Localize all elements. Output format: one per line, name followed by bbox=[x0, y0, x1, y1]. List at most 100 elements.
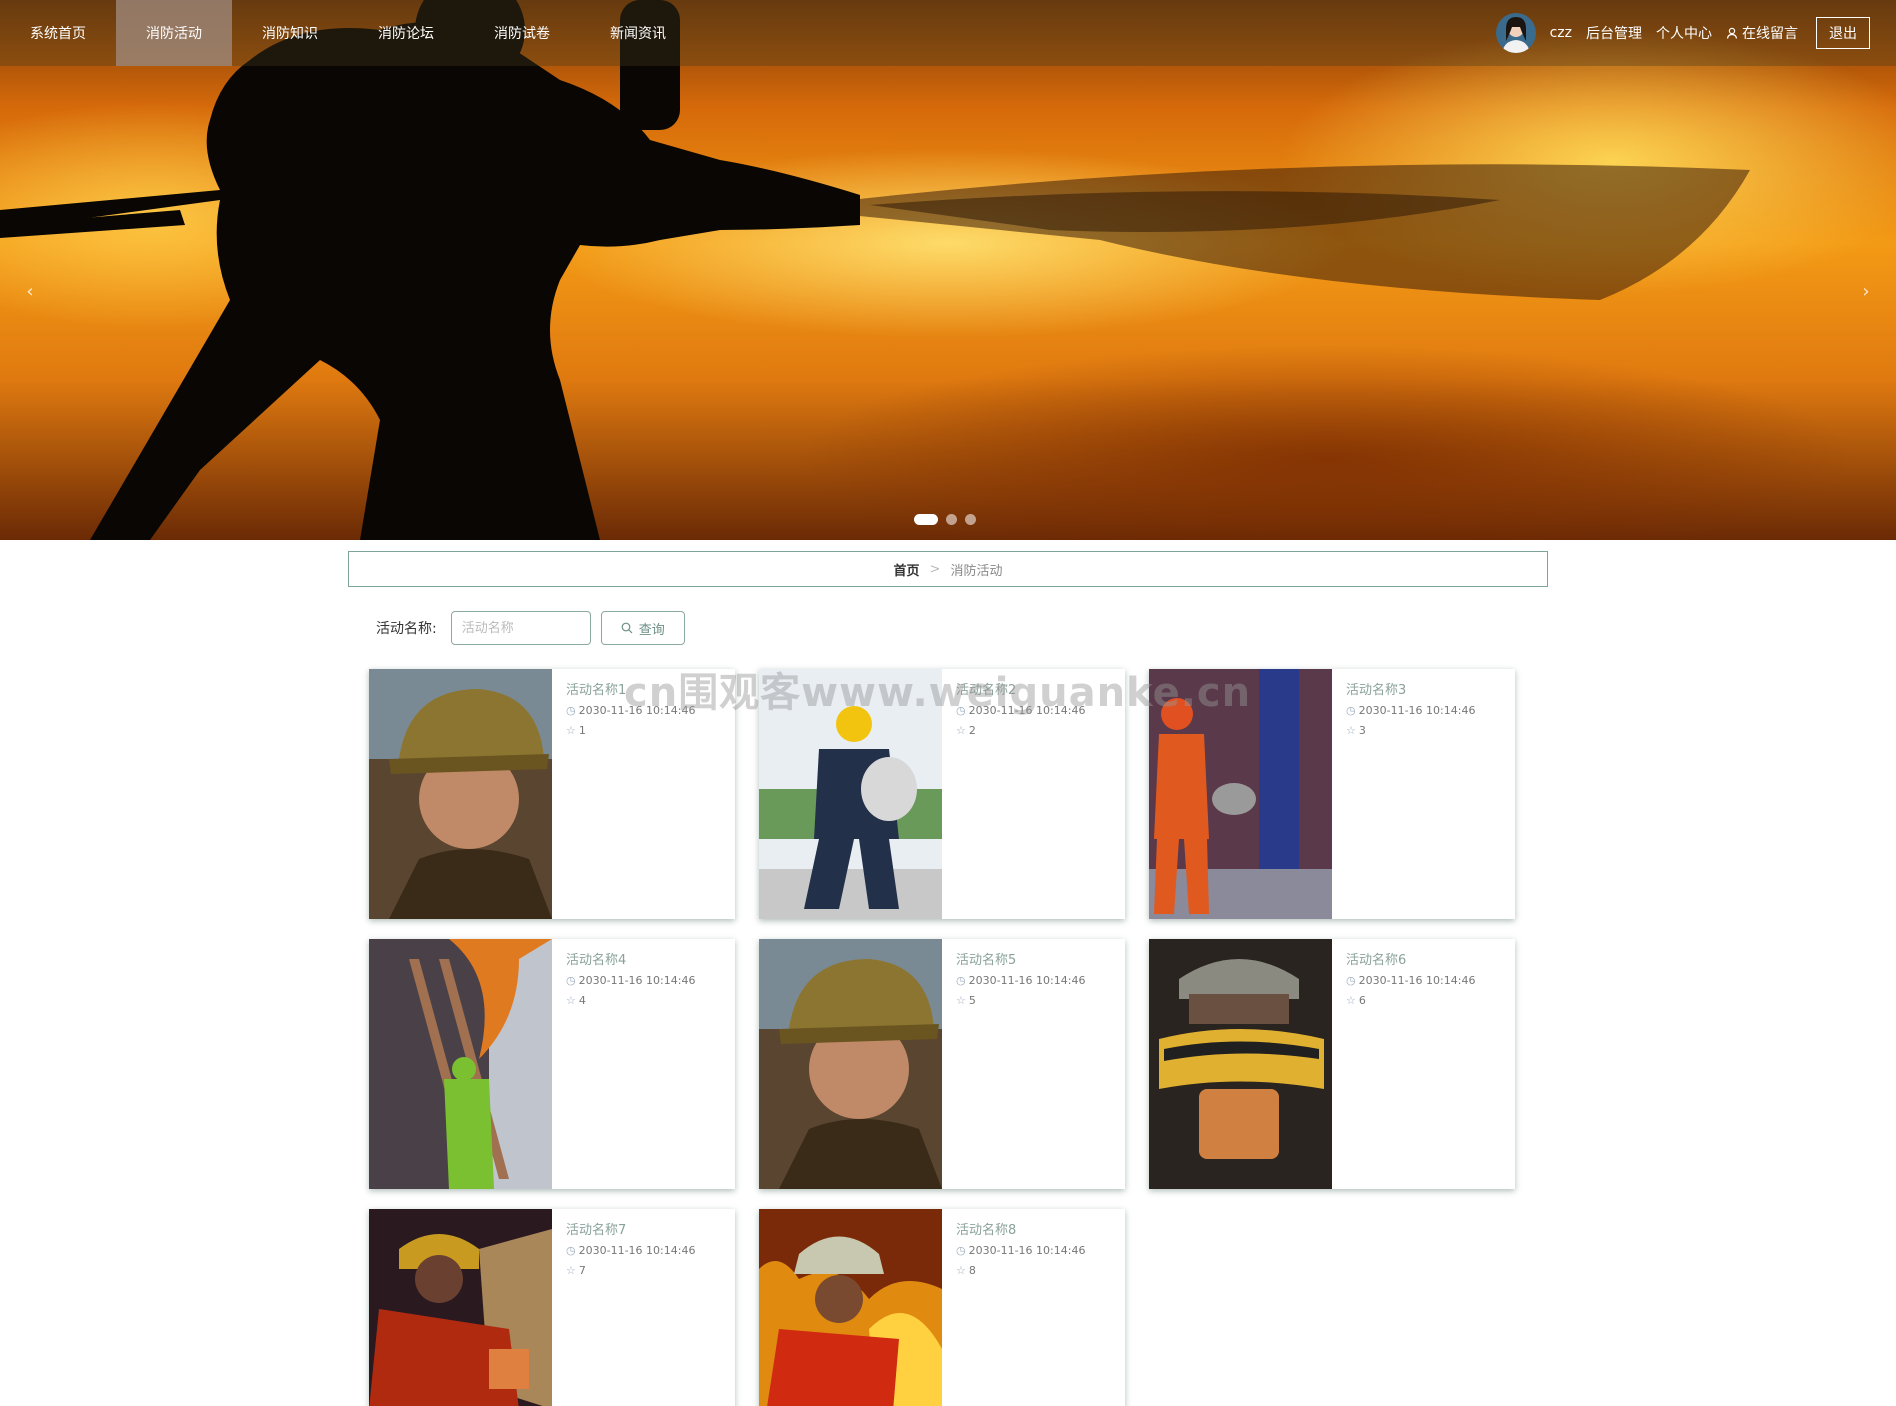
clock-icon: ◷ bbox=[566, 974, 576, 987]
activity-card-8[interactable]: 活动名称8 ◷ 2030-11-16 10:14:46 ☆ 8 bbox=[759, 1209, 1125, 1406]
star-icon[interactable]: ☆ bbox=[1346, 994, 1356, 1007]
activity-time: ◷ 2030-11-16 10:14:46 bbox=[956, 704, 1085, 717]
activity-thumbnail[interactable] bbox=[759, 1209, 942, 1406]
breadcrumb-current: 消防活动 bbox=[950, 563, 1003, 579]
activity-title[interactable]: 活动名称6 bbox=[1346, 949, 1475, 968]
username-link[interactable]: czz bbox=[1550, 25, 1572, 41]
activity-time: ◷ 2030-11-16 10:14:46 bbox=[566, 704, 695, 717]
activity-info: 活动名称7 ◷ 2030-11-16 10:14:46 ☆ 7 bbox=[552, 1209, 709, 1406]
activity-info: 活动名称6 ◷ 2030-11-16 10:14:46 ☆ 6 bbox=[1332, 939, 1489, 1189]
activity-card-2[interactable]: 活动名称2 ◷ 2030-11-16 10:14:46 ☆ 2 bbox=[759, 669, 1125, 919]
search-button-label: 查询 bbox=[638, 622, 665, 638]
activity-likes-count: 3 bbox=[1358, 724, 1366, 737]
activity-likes: ☆ 3 bbox=[1346, 724, 1475, 737]
activity-card-1[interactable]: 活动名称1 ◷ 2030-11-16 10:14:46 ☆ 1 bbox=[369, 669, 735, 919]
activity-time-text: 2030-11-16 10:14:46 bbox=[968, 974, 1086, 987]
activity-time-text: 2030-11-16 10:14:46 bbox=[1358, 974, 1476, 987]
activity-time-text: 2030-11-16 10:14:46 bbox=[968, 704, 1086, 717]
search-button[interactable]: 查询 bbox=[600, 611, 685, 645]
activity-time-text: 2030-11-16 10:14:46 bbox=[578, 1244, 696, 1257]
breadcrumb-home[interactable]: 首页 bbox=[894, 560, 920, 579]
activity-likes-count: 6 bbox=[1358, 994, 1366, 1007]
activity-thumbnail[interactable] bbox=[369, 669, 552, 919]
activity-thumbnail[interactable] bbox=[759, 939, 942, 1189]
activity-title[interactable]: 活动名称2 bbox=[956, 679, 1085, 698]
search-icon bbox=[621, 622, 633, 634]
activity-title[interactable]: 活动名称4 bbox=[566, 949, 695, 968]
activity-likes: ☆ 5 bbox=[956, 994, 1085, 1007]
breadcrumb-separator: > bbox=[929, 561, 941, 577]
clock-icon: ◷ bbox=[1346, 704, 1356, 717]
admin-link[interactable]: 后台管理 bbox=[1586, 23, 1642, 43]
activity-title[interactable]: 活动名称1 bbox=[566, 679, 695, 698]
clock-icon: ◷ bbox=[956, 704, 966, 717]
clock-icon: ◷ bbox=[956, 974, 966, 987]
activity-title[interactable]: 活动名称3 bbox=[1346, 679, 1475, 698]
activity-card-3[interactable]: 活动名称3 ◷ 2030-11-16 10:14:46 ☆ 3 bbox=[1149, 669, 1515, 919]
activity-thumbnail[interactable] bbox=[369, 1209, 552, 1406]
user-icon bbox=[1726, 27, 1738, 39]
banner-dot-1[interactable] bbox=[914, 514, 938, 525]
star-icon[interactable]: ☆ bbox=[956, 724, 966, 737]
activity-card-4[interactable]: 活动名称4 ◷ 2030-11-16 10:14:46 ☆ 4 bbox=[369, 939, 735, 1189]
activity-info: 活动名称2 ◷ 2030-11-16 10:14:46 ☆ 2 bbox=[942, 669, 1099, 919]
banner-prev-button[interactable]: ‹ bbox=[18, 280, 42, 304]
activity-title[interactable]: 活动名称7 bbox=[566, 1219, 695, 1238]
activity-card-6[interactable]: 活动名称6 ◷ 2030-11-16 10:14:46 ☆ 6 bbox=[1149, 939, 1515, 1189]
top-nav: 系统首页 消防活动 消防知识 消防论坛 消防试卷 新闻资讯 czz 后台管理 个… bbox=[0, 0, 1896, 66]
star-icon[interactable]: ☆ bbox=[566, 724, 576, 737]
activity-likes-count: 4 bbox=[578, 994, 586, 1007]
activity-thumbnail[interactable] bbox=[759, 669, 942, 919]
activity-likes-count: 5 bbox=[968, 994, 976, 1007]
search-label: 活动名称: bbox=[376, 621, 437, 637]
activity-thumbnail[interactable] bbox=[1149, 669, 1332, 919]
activity-time-text: 2030-11-16 10:14:46 bbox=[578, 704, 696, 717]
star-icon[interactable]: ☆ bbox=[956, 1264, 966, 1277]
activity-thumbnail[interactable] bbox=[1149, 939, 1332, 1189]
activity-info: 活动名称4 ◷ 2030-11-16 10:14:46 ☆ 4 bbox=[552, 939, 709, 1189]
activity-likes-count: 7 bbox=[578, 1264, 586, 1277]
menu-item-activities[interactable]: 消防活动 bbox=[116, 0, 232, 66]
banner-dot-2[interactable] bbox=[946, 514, 957, 525]
star-icon[interactable]: ☆ bbox=[956, 994, 966, 1007]
message-link-label: 在线留言 bbox=[1742, 26, 1798, 42]
banner-next-button[interactable]: › bbox=[1854, 280, 1878, 304]
clock-icon: ◷ bbox=[956, 1244, 966, 1257]
user-bar: czz 后台管理 个人中心 在线留言 退出 bbox=[1495, 13, 1870, 53]
activity-likes: ☆ 1 bbox=[566, 724, 695, 737]
menu-item-exam[interactable]: 消防试卷 bbox=[464, 0, 580, 66]
star-icon[interactable]: ☆ bbox=[566, 1264, 576, 1277]
activity-likes: ☆ 4 bbox=[566, 994, 695, 1007]
menu-item-home[interactable]: 系统首页 bbox=[0, 0, 116, 66]
activity-time-text: 2030-11-16 10:14:46 bbox=[1358, 704, 1476, 717]
star-icon[interactable]: ☆ bbox=[566, 994, 576, 1007]
star-icon[interactable]: ☆ bbox=[1346, 724, 1356, 737]
clock-icon: ◷ bbox=[566, 704, 576, 717]
main-menu: 系统首页 消防活动 消防知识 消防论坛 消防试卷 新闻资讯 bbox=[0, 0, 696, 66]
menu-item-news[interactable]: 新闻资讯 bbox=[580, 0, 696, 66]
activity-time: ◷ 2030-11-16 10:14:46 bbox=[566, 974, 695, 987]
search-input[interactable] bbox=[450, 611, 591, 645]
activity-time: ◷ 2030-11-16 10:14:46 bbox=[956, 974, 1085, 987]
activity-info: 活动名称3 ◷ 2030-11-16 10:14:46 ☆ 3 bbox=[1332, 669, 1489, 919]
activity-thumbnail[interactable] bbox=[369, 939, 552, 1189]
menu-item-forum[interactable]: 消防论坛 bbox=[348, 0, 464, 66]
banner-dot-3[interactable] bbox=[965, 514, 976, 525]
activity-title[interactable]: 活动名称5 bbox=[956, 949, 1085, 968]
activity-card-7[interactable]: 活动名称7 ◷ 2030-11-16 10:14:46 ☆ 7 bbox=[369, 1209, 735, 1406]
activity-likes-count: 2 bbox=[968, 724, 976, 737]
activity-info: 活动名称8 ◷ 2030-11-16 10:14:46 ☆ 8 bbox=[942, 1209, 1099, 1406]
menu-item-knowledge[interactable]: 消防知识 bbox=[232, 0, 348, 66]
avatar[interactable] bbox=[1495, 13, 1536, 53]
activity-title[interactable]: 活动名称8 bbox=[956, 1219, 1085, 1238]
activity-likes: ☆ 7 bbox=[566, 1264, 695, 1277]
hero-banner[interactable]: ‹ › bbox=[0, 0, 1896, 540]
activity-card-5[interactable]: 活动名称5 ◷ 2030-11-16 10:14:46 ☆ 5 bbox=[759, 939, 1125, 1189]
profile-link[interactable]: 个人中心 bbox=[1656, 23, 1712, 43]
activity-time-text: 2030-11-16 10:14:46 bbox=[968, 1244, 1086, 1257]
logout-button[interactable]: 退出 bbox=[1816, 17, 1870, 49]
activity-likes: ☆ 8 bbox=[956, 1264, 1085, 1277]
activity-likes: ☆ 6 bbox=[1346, 994, 1475, 1007]
firefighter-silhouette-image bbox=[0, 0, 1750, 540]
message-link[interactable]: 在线留言 bbox=[1726, 23, 1798, 43]
